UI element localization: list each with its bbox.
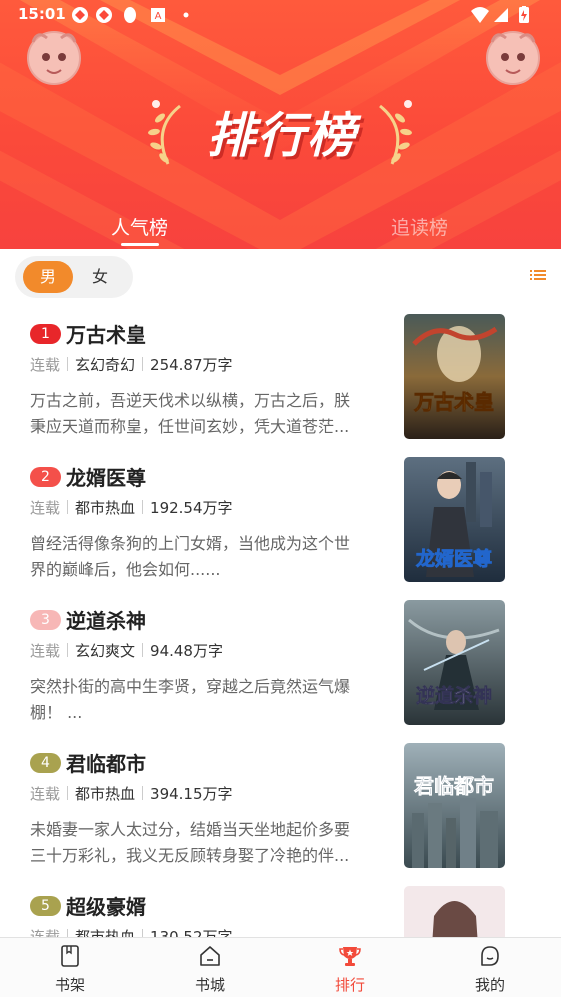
banner-title-group: 排行榜 xyxy=(130,88,430,178)
signal-icon xyxy=(494,8,508,22)
book-list-item[interactable]: 3 逆道杀神 连载 玄幻爽文 94.48万字 突然扑街的高中生李贤，穿越之后竟然运气… xyxy=(0,600,561,743)
book-status: 连载 xyxy=(30,356,61,374)
book-description: 曾经活得像条狗的上门女婿，当他成为这个世界的巅峰后，他会如何...... xyxy=(30,534,351,579)
book-title[interactable]: 万古术皇 xyxy=(66,319,146,348)
app-notification-icon xyxy=(96,7,112,23)
wifi-icon xyxy=(471,7,489,23)
book-list-item[interactable]: 4 君临都市 连载 都市热血 394.15万字 未婚妻一家人太过分，结婚当天坐地起价… xyxy=(0,743,561,886)
book-title[interactable]: 超级豪婿 xyxy=(66,891,146,920)
gender-female-button[interactable]: 女 xyxy=(75,261,125,293)
active-tab-indicator xyxy=(121,243,159,246)
rank-badge: 3 xyxy=(30,610,61,630)
dot-icon xyxy=(183,12,189,18)
book-word-count: 394.15万字 xyxy=(150,785,233,803)
status-time: 15:01 xyxy=(18,5,66,23)
profile-icon xyxy=(481,946,499,966)
app-notification-icon xyxy=(72,7,88,23)
book-cover[interactable]: 万古术皇 xyxy=(404,314,505,439)
nav-label: 排行 xyxy=(334,976,365,994)
book-meta: 连载 都市热血 394.15万字 xyxy=(30,783,233,804)
book-status: 连载 xyxy=(30,785,61,803)
tab-reading-ranking[interactable]: 追读榜 xyxy=(391,213,448,240)
mascot-left-icon xyxy=(27,31,81,85)
nav-bookshelf[interactable]: 书架 xyxy=(25,938,115,997)
gender-toggle: 男 女 xyxy=(15,256,133,298)
book-cover-image: 君临都市 xyxy=(404,743,505,868)
book-title[interactable]: 逆道杀神 xyxy=(66,605,146,634)
book-status: 连载 xyxy=(30,499,61,517)
bottom-navigation: 书架 书城 排行 我的 xyxy=(0,937,561,997)
svg-text:A: A xyxy=(155,11,162,22)
cover-title-text: 龙婿医尊 xyxy=(416,547,492,570)
book-status: 连载 xyxy=(30,642,61,660)
book-description: 突然扑街的高中生李贤，穿越之后竟然运气爆棚！ ... xyxy=(30,677,351,722)
battery-icon xyxy=(519,6,529,23)
status-bar: 15:01 A xyxy=(0,0,561,30)
list-view-icon[interactable] xyxy=(530,268,546,282)
trophy-icon xyxy=(339,947,361,966)
rank-badge: 1 xyxy=(30,324,61,344)
book-cover-image: 龙婿医尊 xyxy=(404,457,505,582)
book-word-count: 254.87万字 xyxy=(150,356,233,374)
nav-label: 我的 xyxy=(474,976,505,994)
book-title[interactable]: 龙婿医尊 xyxy=(66,462,146,491)
book-list-item[interactable]: 1 万古术皇 连载 玄幻奇幻 254.87万字 万古之前，吾逆天伐术以纵横，万古之后… xyxy=(0,314,561,457)
nav-profile[interactable]: 我的 xyxy=(445,938,535,997)
book-genre: 都市热血 xyxy=(75,785,136,803)
book-meta: 连载 玄幻爽文 94.48万字 xyxy=(30,640,223,661)
rank-badge: 5 xyxy=(30,896,61,916)
bookstore-icon xyxy=(200,946,220,966)
text-notification-icon: A xyxy=(151,8,165,22)
nav-label: 书城 xyxy=(194,976,225,994)
book-word-count: 192.54万字 xyxy=(150,499,233,517)
gender-male-button[interactable]: 男 xyxy=(23,261,73,293)
nav-ranking[interactable]: 排行 xyxy=(305,938,395,997)
book-genre: 玄幻奇幻 xyxy=(75,356,136,374)
book-meta: 连载 玄幻奇幻 254.87万字 xyxy=(30,354,233,375)
book-description: 未婚妻一家人太过分，结婚当天坐地起价多要三十万彩礼，我义无反顾转身娶了冷艳的伴.… xyxy=(30,820,351,865)
cover-title-text: 逆道杀神 xyxy=(416,684,492,707)
nav-bookstore[interactable]: 书城 xyxy=(165,938,255,997)
cover-title-text: 君临都市 xyxy=(414,774,494,798)
qq-notification-icon xyxy=(124,7,136,23)
nav-label: 书架 xyxy=(54,976,85,994)
book-genre: 玄幻爽文 xyxy=(75,642,136,660)
bookshelf-icon xyxy=(61,945,79,967)
book-cover-image: 万古术皇 xyxy=(404,314,505,439)
book-title[interactable]: 君临都市 xyxy=(66,748,146,777)
cover-title-text: 万古术皇 xyxy=(413,390,494,414)
mascot-right-icon xyxy=(486,31,540,85)
book-genre: 都市热血 xyxy=(75,499,136,517)
book-word-count: 94.48万字 xyxy=(150,642,223,660)
book-cover[interactable]: 龙婿医尊 xyxy=(404,457,505,582)
book-description: 万古之前，吾逆天伐术以纵横，万古之后，朕秉应天道而称皇，任世间玄妙，凭大道苍茫.… xyxy=(30,391,351,436)
book-meta: 连载 都市热血 192.54万字 xyxy=(30,497,233,518)
rank-badge: 2 xyxy=(30,467,61,487)
book-list-item[interactable]: 2 龙婿医尊 连载 都市热血 192.54万字 曾经活得像条狗的上门女婿，当他成为这… xyxy=(0,457,561,600)
ranking-banner: 15:01 A 排行榜 人气榜 追读榜 xyxy=(0,0,561,249)
banner-title: 排行榜 xyxy=(206,108,357,164)
book-cover-image: 逆道杀神 xyxy=(404,600,505,725)
book-cover[interactable]: 君临都市 xyxy=(404,743,505,868)
book-cover[interactable]: 逆道杀神 xyxy=(404,600,505,725)
tab-popularity-ranking[interactable]: 人气榜 xyxy=(111,213,168,240)
rank-badge: 4 xyxy=(30,753,61,773)
